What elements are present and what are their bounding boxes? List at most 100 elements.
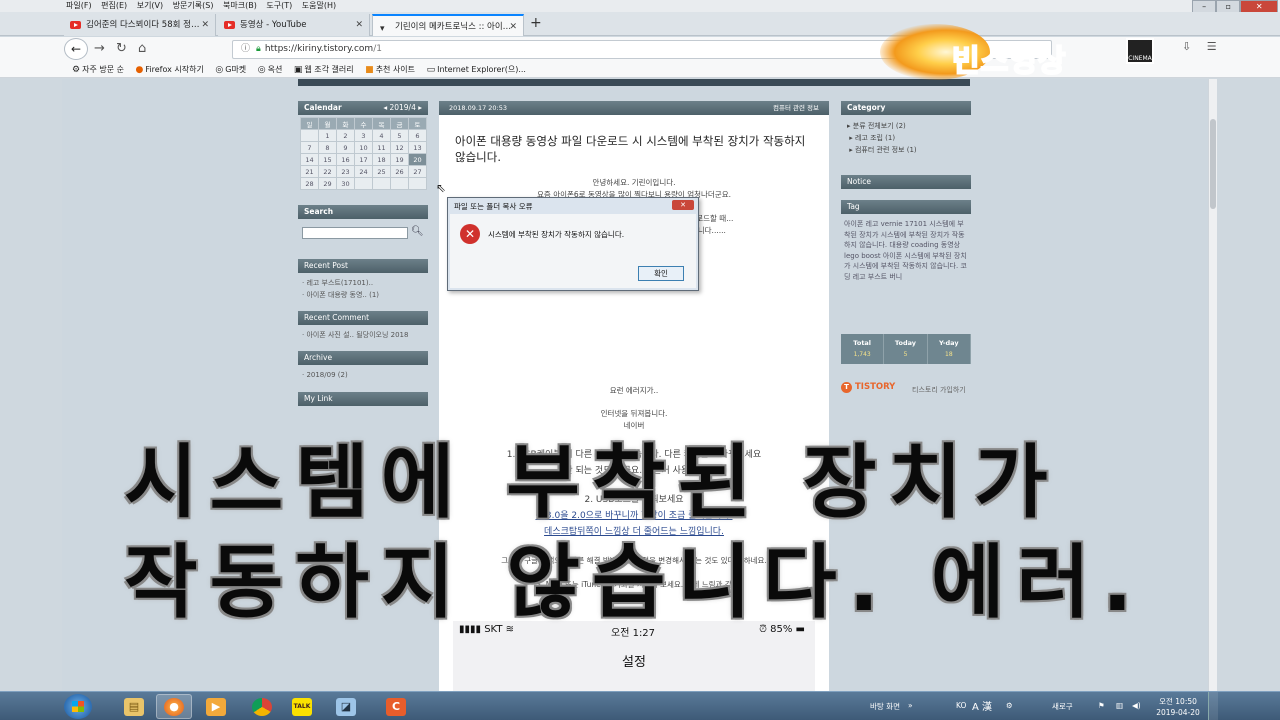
calendar-month-nav[interactable]: ◂ 2019/4 ▸	[383, 101, 422, 115]
calendar-day[interactable]: 5	[390, 129, 409, 142]
tray-refresh[interactable]: 새로구	[1052, 701, 1073, 712]
category-label: 레고 조립 (1)	[854, 134, 896, 142]
tistory-logo[interactable]: T TISTORY	[841, 382, 895, 393]
calendar-day[interactable]: 1	[318, 129, 337, 142]
flag-icon[interactable]: ⚑	[1098, 701, 1105, 710]
ime-settings-icon[interactable]: ⚙	[1006, 701, 1013, 710]
tray-clock[interactable]: 오전 10:50 2019-04-20	[1148, 696, 1208, 718]
search-icon[interactable]: 🔍︎	[411, 226, 424, 237]
category-item[interactable]: ▸ 분류 전체보기 (2)	[847, 121, 906, 131]
firefox-icon[interactable]: ●	[156, 694, 192, 719]
calendar-day[interactable]: 4	[372, 129, 391, 142]
post-category[interactable]: 컴퓨터 관련 정보	[773, 101, 819, 115]
calendar-day[interactable]: 10	[354, 141, 373, 154]
recent-post-item[interactable]: · 레고 부스트(17101)..	[302, 277, 379, 289]
dialog-ok-button[interactable]: 확인	[638, 266, 684, 281]
back-button[interactable]: ←	[64, 38, 88, 60]
gear-icon: ⚙	[72, 65, 81, 75]
tray-lang[interactable]: KO	[956, 701, 966, 710]
calendar-day[interactable]: 2	[336, 129, 355, 142]
calendar-day[interactable]: 25	[372, 165, 391, 178]
explorer-icon[interactable]: ▤	[116, 694, 152, 719]
bookmark-ie-folder[interactable]: ▭ Internet Explorer(으)...	[427, 62, 526, 78]
calendar-day[interactable]: 3	[354, 129, 373, 142]
menu-edit[interactable]: 편집(E)	[101, 1, 127, 10]
close-tab-icon[interactable]: ✕	[355, 14, 363, 36]
calendar-day[interactable]: 20	[408, 153, 427, 166]
tab-youtube-1[interactable]: 김어준의 다스뵈이다 58회 정… ✕	[64, 14, 216, 36]
archive-item[interactable]: · 2018/09 (2)	[302, 369, 348, 381]
tray-ime[interactable]: A 漢	[972, 698, 992, 713]
bookmark-suggested[interactable]: ■ 추천 사이트	[365, 62, 415, 78]
menu-icon[interactable]: ☰	[1207, 40, 1217, 53]
calendar-day[interactable]: 29	[318, 177, 337, 190]
calendar-day[interactable]: 9	[336, 141, 355, 154]
reload-icon[interactable]: ↻	[116, 41, 127, 56]
dialog-close-button[interactable]: ✕	[672, 200, 694, 210]
kakaotalk-icon[interactable]: TALK	[284, 694, 320, 719]
tistory-join-link[interactable]: 티스토리 가입하기	[912, 385, 966, 395]
bookmark-most-visited[interactable]: ⚙ 자주 방문 순	[72, 62, 124, 78]
sticky-icon[interactable]: ◪	[328, 694, 364, 719]
calendar-day[interactable]: 18	[372, 153, 391, 166]
recent-comment-item[interactable]: · 아이폰 사진 설.. 될당이오닝 2018	[302, 329, 408, 341]
recent-post-item[interactable]: · 아이폰 대용량 동영.. (1)	[302, 289, 379, 301]
start-button[interactable]	[64, 694, 92, 719]
tab-tistory[interactable]: ▾ 기린이의 메카트로닉스 :: 아이… ✕	[372, 14, 524, 36]
forward-icon[interactable]: →	[94, 41, 105, 56]
calendar-day[interactable]: 17	[354, 153, 373, 166]
c-app-icon[interactable]: C	[378, 694, 414, 719]
calendar-day[interactable]: 15	[318, 153, 337, 166]
calendar-day[interactable]: 27	[408, 165, 427, 178]
volume-icon[interactable]: ◀︎)	[1132, 701, 1141, 710]
tray-desktop[interactable]: 바탕 화면	[870, 701, 900, 712]
bookmark-auction[interactable]: ◎ 옥션	[258, 62, 283, 78]
menu-file[interactable]: 파일(F)	[66, 1, 92, 10]
scrollbar-thumb[interactable]	[1210, 119, 1216, 209]
calendar-day[interactable]: 23	[336, 165, 355, 178]
network-icon[interactable]: ▥	[1116, 701, 1123, 710]
menu-view[interactable]: 보기(V)	[137, 1, 163, 10]
calendar-day[interactable]: 13	[408, 141, 427, 154]
bookmark-firefox[interactable]: ● Firefox 시작하기	[136, 62, 204, 78]
calendar-day[interactable]: 12	[390, 141, 409, 154]
category-item[interactable]: ▸ 레고 조립 (1)	[847, 133, 895, 143]
bookmark-gmarket[interactable]: ◎ G마켓	[215, 62, 246, 78]
calendar-day[interactable]: 6	[408, 129, 427, 142]
chrome-icon[interactable]	[244, 694, 280, 719]
calendar-day[interactable]: 8	[318, 141, 337, 154]
calendar-day[interactable]: 30	[336, 177, 355, 190]
calendar-weekday: 토	[408, 117, 427, 130]
calendar-day[interactable]: 7	[300, 141, 319, 154]
tab-youtube-2[interactable]: 동영상 - YouTube ✕	[218, 14, 370, 36]
close-tab-icon[interactable]: ✕	[509, 16, 517, 36]
menu-history[interactable]: 방문기록(S)	[173, 1, 214, 10]
home-icon[interactable]: ⌂	[138, 41, 146, 56]
info-icon[interactable]: ⓘ	[241, 44, 250, 54]
menu-help[interactable]: 도움말(H)	[302, 1, 336, 10]
search-input[interactable]	[302, 227, 408, 239]
calendar-day[interactable]: 24	[354, 165, 373, 178]
menu-bookmarks[interactable]: 북마크(B)	[223, 1, 257, 10]
calendar-day[interactable]: 28	[300, 177, 319, 190]
vertical-scrollbar[interactable]	[1208, 79, 1217, 691]
bookmark-web-slice[interactable]: ▣ 웹 조각 갤러리	[294, 62, 354, 78]
calendar-day[interactable]: 26	[390, 165, 409, 178]
calendar-day[interactable]: 11	[372, 141, 391, 154]
tag-cloud[interactable]: 아이폰 레고 vernie 17101 시스템에 부착된 장치가 시스템에 부착…	[844, 219, 968, 282]
expand-icon[interactable]: »	[908, 701, 913, 710]
show-desktop-button[interactable]	[1208, 692, 1218, 720]
new-tab-button[interactable]: +	[530, 13, 542, 33]
calendar-empty-cell	[300, 129, 319, 142]
close-tab-icon[interactable]: ✕	[201, 14, 209, 36]
calendar-day[interactable]: 19	[390, 153, 409, 166]
media-player-icon[interactable]: ▶	[198, 694, 234, 719]
calendar-day[interactable]: 16	[336, 153, 355, 166]
download-icon[interactable]: ⇩	[1182, 40, 1191, 53]
calendar-day[interactable]: 21	[300, 165, 319, 178]
calendar-day[interactable]: 14	[300, 153, 319, 166]
dialog-message: 시스템에 부착된 장치가 작동하지 않습니다.	[488, 230, 625, 239]
menu-tools[interactable]: 도구(T)	[266, 1, 292, 10]
calendar-day[interactable]: 22	[318, 165, 337, 178]
category-item[interactable]: ▸ 컴퓨터 관련 정보 (1)	[847, 145, 916, 155]
